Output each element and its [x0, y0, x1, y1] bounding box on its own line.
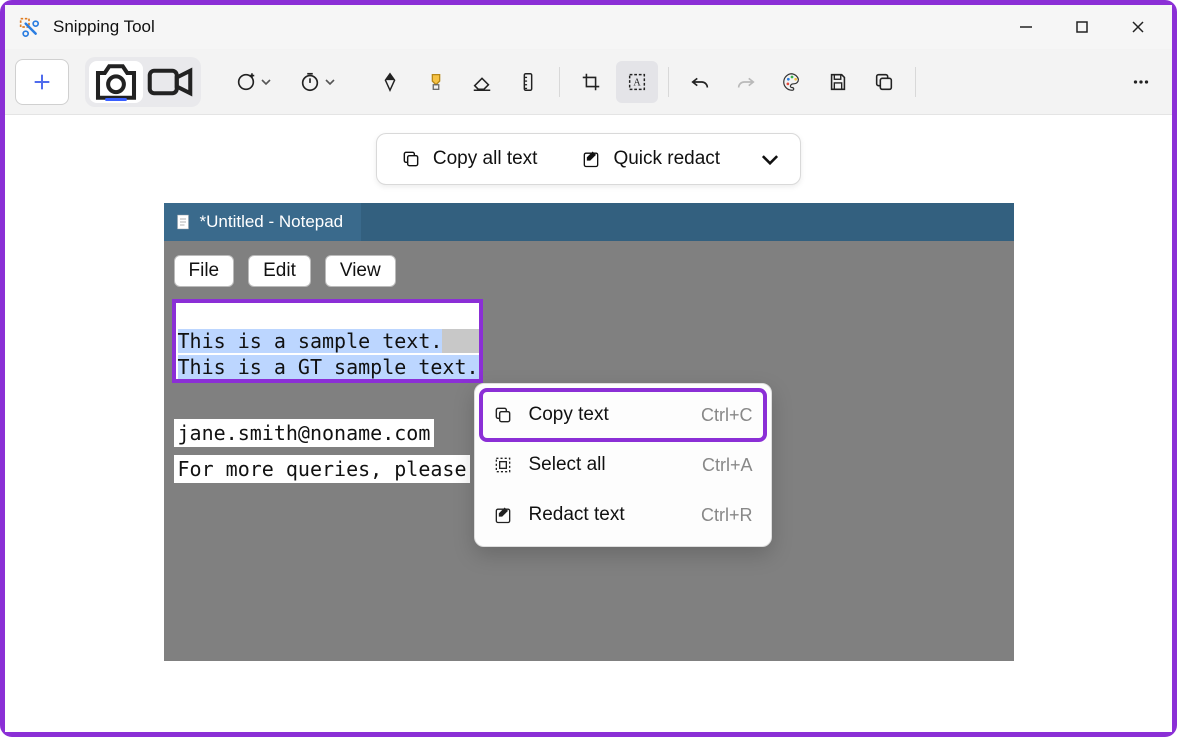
- app-title: Snipping Tool: [53, 17, 155, 37]
- highlighter-button[interactable]: [415, 61, 457, 103]
- text-line-2: This is a GT sample text.: [178, 355, 479, 379]
- notepad-menu-file: File: [174, 255, 235, 287]
- toolbar: A: [5, 49, 1172, 115]
- notepad-tab: *Untitled - Notepad: [164, 203, 362, 241]
- context-item-hotkey: Ctrl+C: [701, 405, 753, 426]
- notepad-menu-view: View: [325, 255, 396, 287]
- titlebar: Snipping Tool: [5, 5, 1172, 49]
- context-item-label: Redact text: [529, 504, 625, 526]
- toolbar-separator: [668, 67, 669, 97]
- close-button[interactable]: [1110, 7, 1166, 47]
- text-context-menu: Copy text Ctrl+C Select all Ctrl+A Redac…: [474, 383, 772, 547]
- eraser-button[interactable]: [461, 61, 503, 103]
- window-controls: [998, 7, 1166, 47]
- text-actions-button[interactable]: A: [616, 61, 658, 103]
- notepad-tab-title: *Untitled - Notepad: [200, 212, 344, 232]
- context-redact-text[interactable]: Redact text Ctrl+R: [481, 490, 765, 540]
- quick-redact-label: Quick redact: [613, 148, 720, 170]
- context-select-all[interactable]: Select all Ctrl+A: [481, 440, 765, 490]
- video-mode-button[interactable]: [143, 61, 197, 103]
- selected-text-block: This is a sample text.___ This is a GT s…: [174, 301, 481, 381]
- pen-button[interactable]: [369, 61, 411, 103]
- context-copy-text[interactable]: Copy text Ctrl+C: [481, 390, 765, 440]
- notepad-menu-edit: Edit: [248, 255, 311, 287]
- context-item-label: Copy text: [529, 404, 609, 426]
- more-button[interactable]: [1120, 61, 1162, 103]
- text-line-cutoff: For more queries, please: [174, 455, 471, 483]
- maximize-button[interactable]: [1054, 7, 1110, 47]
- quick-redact-button[interactable]: Quick redact: [559, 136, 742, 182]
- snip-shape-button[interactable]: [223, 61, 283, 103]
- document-icon: [174, 213, 192, 231]
- text-line-1: This is a sample text.: [178, 329, 443, 353]
- redo-button[interactable]: [725, 61, 767, 103]
- detected-email: jane.smith@noname.com: [174, 419, 435, 447]
- save-button[interactable]: [817, 61, 859, 103]
- canvas-area: Copy all text Quick redact *Untitled - N…: [5, 115, 1172, 732]
- notepad-menubar: File Edit View: [164, 241, 1014, 301]
- snipping-tool-icon: [19, 17, 39, 37]
- copy-button[interactable]: [863, 61, 905, 103]
- copy-all-text-button[interactable]: Copy all text: [379, 136, 560, 182]
- ruler-button[interactable]: [507, 61, 549, 103]
- svg-text:A: A: [633, 77, 641, 88]
- captured-screenshot[interactable]: *Untitled - Notepad File Edit View This …: [164, 203, 1014, 661]
- crop-button[interactable]: [570, 61, 612, 103]
- quick-redact-dropdown[interactable]: [742, 136, 798, 182]
- notepad-titlebar: *Untitled - Notepad: [164, 203, 1014, 241]
- context-item-hotkey: Ctrl+A: [702, 455, 753, 476]
- delay-button[interactable]: [287, 61, 347, 103]
- context-item-hotkey: Ctrl+R: [701, 505, 753, 526]
- screenshot-mode-button[interactable]: [89, 61, 143, 103]
- toolbar-separator: [559, 67, 560, 97]
- open-in-paint-button[interactable]: [771, 61, 813, 103]
- new-snip-button[interactable]: [15, 59, 69, 105]
- text-actions-bar: Copy all text Quick redact: [376, 133, 801, 185]
- toolbar-separator: [915, 67, 916, 97]
- undo-button[interactable]: [679, 61, 721, 103]
- minimize-button[interactable]: [998, 7, 1054, 47]
- capture-mode-group: [85, 57, 201, 107]
- context-item-label: Select all: [529, 454, 606, 476]
- copy-all-text-label: Copy all text: [433, 148, 538, 170]
